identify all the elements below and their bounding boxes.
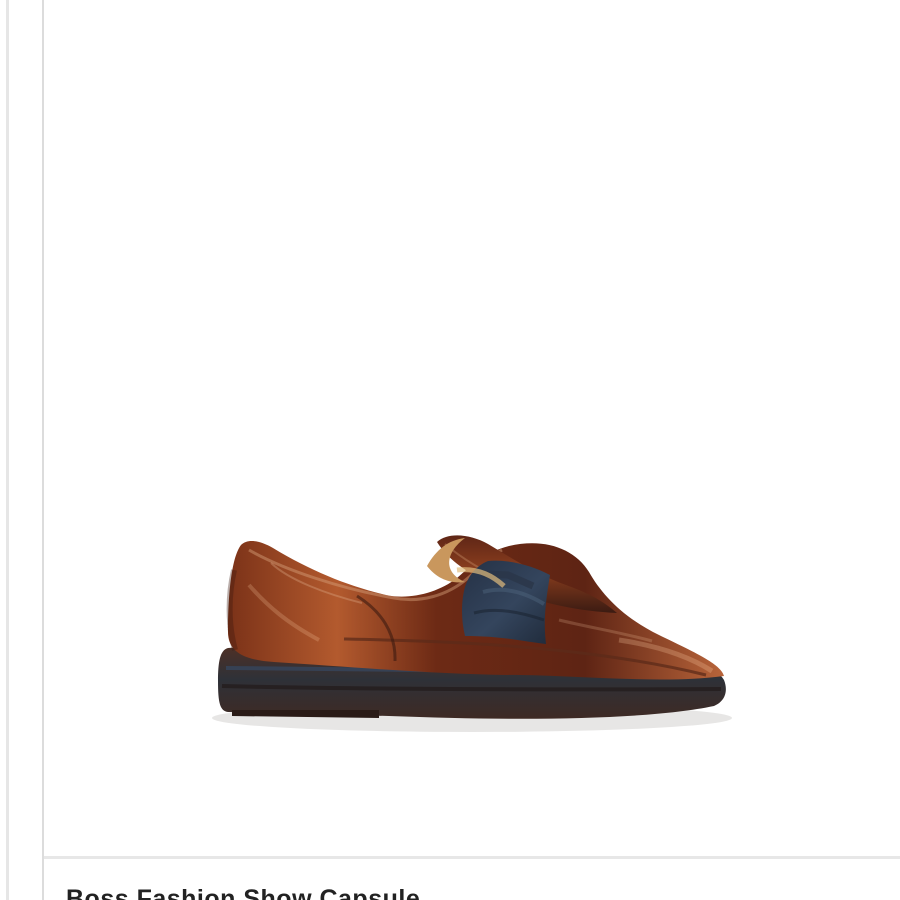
- card-divider: [44, 856, 900, 859]
- gutter-border: [6, 0, 9, 900]
- product-title[interactable]: Boss Fashion Show Capsule: [66, 883, 886, 900]
- loafer-shoe-image[interactable]: [44, 0, 900, 858]
- product-card[interactable]: Boss Fashion Show Capsule: [42, 0, 900, 900]
- product-grid-view: Boss Fashion Show Capsule: [0, 0, 900, 900]
- product-image-area[interactable]: [44, 0, 900, 858]
- left-gutter: [0, 0, 42, 900]
